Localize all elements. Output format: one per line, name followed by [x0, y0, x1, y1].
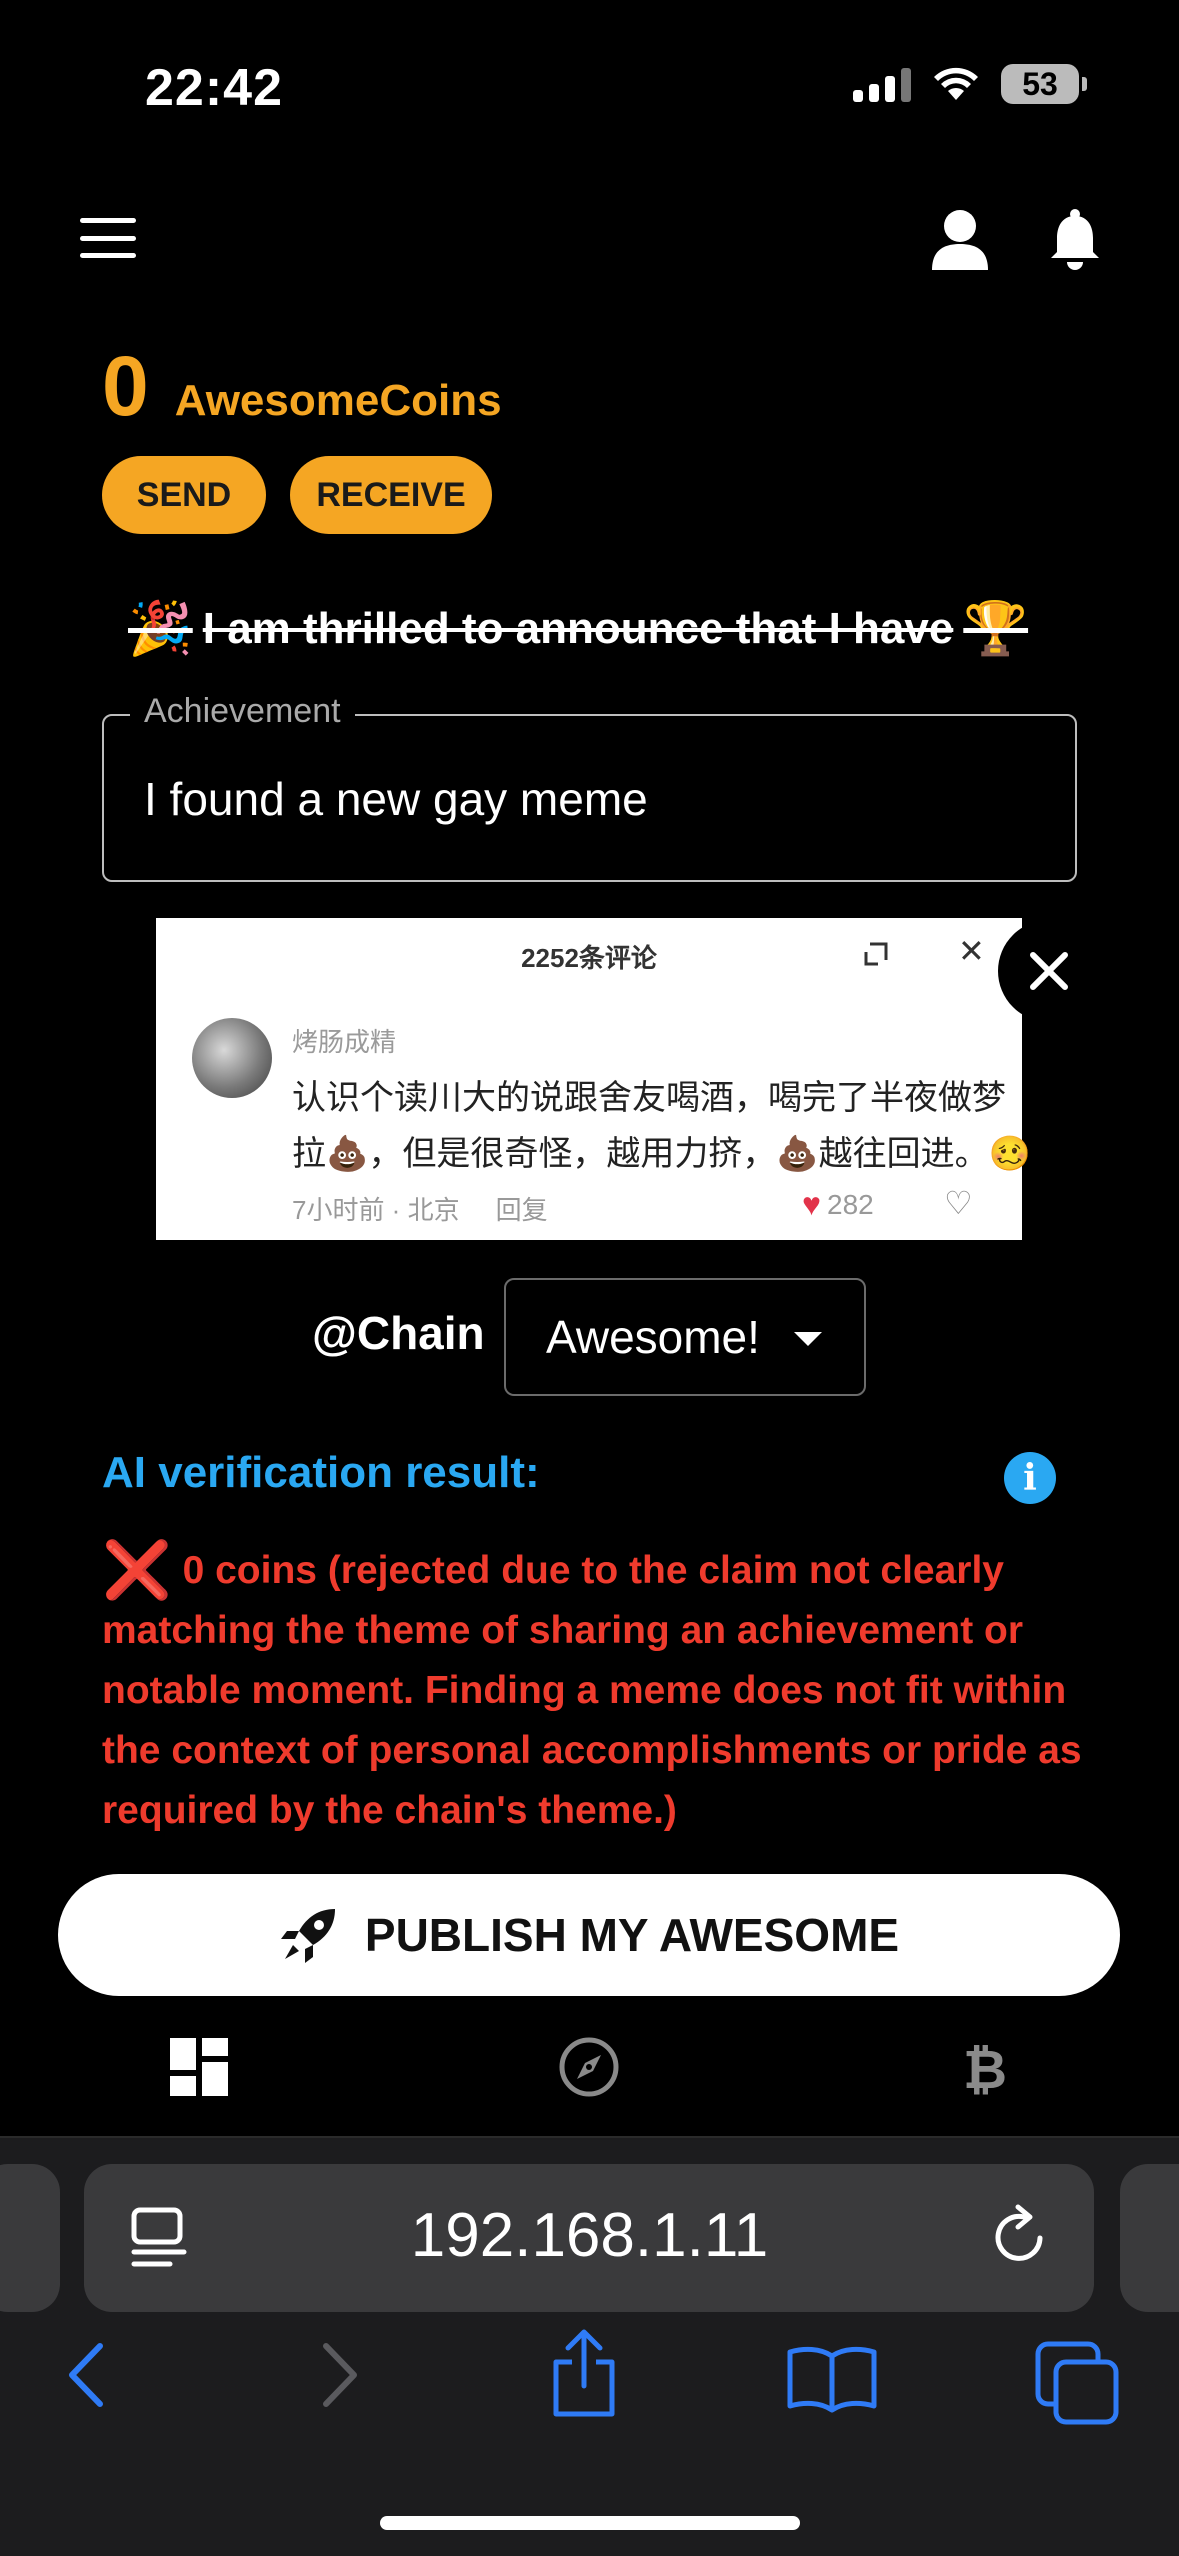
forward-icon[interactable] — [318, 2340, 362, 2410]
trophy-emoji: 🏆 — [963, 600, 1029, 658]
chain-selected-value: Awesome! — [546, 1311, 760, 1363]
coin-balance: 0 AwesomeCoins — [102, 338, 502, 435]
meme-close-icon: ✕ — [958, 933, 985, 969]
bell-icon[interactable] — [1048, 208, 1102, 272]
bookmarks-icon[interactable] — [786, 2344, 878, 2414]
party-emoji: 🎉 — [128, 600, 193, 658]
info-icon[interactable]: i — [1004, 1452, 1056, 1504]
meme-username: 烤肠成精 — [292, 1027, 397, 1057]
ai-result-text: ❌ 0 coins (rejected due to the claim not… — [102, 1540, 1082, 1841]
announce-heading: 🎉 I am thrilled to announce that I have … — [128, 598, 1050, 659]
chain-label: @Chain — [312, 1307, 485, 1359]
back-icon[interactable] — [64, 2340, 108, 2410]
achievement-label: Achievement — [130, 692, 355, 731]
receive-button[interactable]: RECEIVE — [290, 456, 492, 534]
rejected-icon: ❌ — [102, 1538, 172, 1601]
meme-text-line2: 拉💩，但是很奇怪，越用力挤，💩越往回进。🥴 — [292, 1135, 1032, 1173]
publish-label: PUBLISH MY AWESOME — [364, 1909, 900, 1961]
tabs-icon[interactable] — [1034, 2340, 1122, 2428]
ai-result-title: AI verification result: — [102, 1448, 540, 1497]
signal-icon — [853, 66, 911, 102]
bitcoin-icon[interactable]: ₿ — [954, 2036, 1016, 2098]
publish-button[interactable]: PUBLISH MY AWESOME — [58, 1874, 1120, 1996]
meme-like-count: 282 — [827, 1188, 874, 1220]
heart-icon: ♥ — [802, 1186, 821, 1222]
coin-label: AwesomeCoins — [174, 376, 502, 425]
dashboard-icon[interactable] — [168, 2036, 230, 2098]
rocket-icon — [280, 1909, 335, 1963]
ai-result-message: 0 coins (rejected due to the claim not c… — [102, 1549, 1082, 1832]
reload-icon[interactable] — [990, 2200, 1052, 2272]
wifi-icon — [934, 67, 978, 100]
compass-icon[interactable] — [558, 2036, 620, 2098]
meme-likes: ♥ 282 — [802, 1186, 874, 1223]
coin-count: 0 — [102, 339, 149, 433]
expand-icon — [864, 942, 888, 966]
announce-text: I am thrilled to announce that I have — [202, 603, 954, 653]
meme-text-line1: 认识个读川大的说跟舍友喝酒，喝完了半夜做梦 — [292, 1079, 1006, 1117]
achievement-input[interactable]: I found a new gay meme — [144, 772, 648, 826]
home-indicator[interactable] — [380, 2516, 800, 2530]
battery-level: 53 — [1022, 65, 1058, 102]
meme-meta: 7小时前 · 北京 回复 — [292, 1195, 548, 1225]
close-icon — [1030, 952, 1068, 990]
status-time: 22:42 — [145, 59, 283, 117]
dislike-icon: ♡ — [944, 1185, 973, 1221]
menu-icon[interactable] — [80, 218, 136, 258]
battery-icon: 53 — [1001, 64, 1087, 104]
svg-text:₿: ₿ — [963, 2038, 1007, 2098]
attached-meme-image: 2252条评论 ✕ 烤肠成精 认识个读川大的说跟舍友喝酒，喝完了半夜做梦 拉💩，… — [156, 918, 1031, 1240]
share-icon[interactable] — [548, 2328, 620, 2420]
remove-image-button[interactable] — [998, 920, 1100, 1022]
chevron-down-icon — [794, 1332, 822, 1346]
status-indicators: 53 — [853, 64, 1087, 104]
send-button[interactable]: SEND — [102, 456, 266, 534]
user-icon[interactable] — [930, 208, 990, 272]
chain-select[interactable]: Awesome! — [504, 1278, 866, 1396]
meme-avatar — [192, 1018, 272, 1098]
